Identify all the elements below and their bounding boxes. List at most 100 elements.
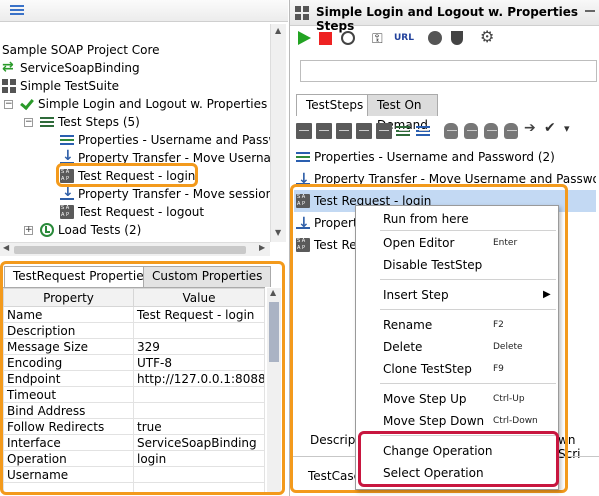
tree-node-label: Load Tests (2) [58,223,142,237]
scroll-up-icon[interactable]: ▲ [275,26,281,35]
menu-item-label: Rename [383,318,433,332]
teststeps-icon [40,115,54,129]
tree-node-project[interactable]: Sample SOAP Project Core [2,41,160,59]
menu-shortcut: Delete [493,342,523,352]
add-dataloop-icon[interactable] [484,123,498,139]
tree-node-label: Simple TestSuite [20,79,120,93]
menu-item-insert-step[interactable]: Insert Step ▶ [356,284,558,306]
scroll-down-icon[interactable]: ▼ [275,228,281,237]
menu-item-clone-teststep[interactable]: Clone TestStep F9 [356,358,558,380]
tree-node-testsuite[interactable]: Simple TestSuite [2,77,119,95]
menu-item-rename[interactable]: Rename F2 [356,314,558,336]
tree-vertical-scrollbar[interactable]: ▲ ▼ [270,24,286,242]
tree-view-icon[interactable] [10,5,24,17]
menu-item-move-step-up[interactable]: Move Step Up Ctrl-Up [356,388,558,410]
tree-node-label: Sample SOAP Project Core [2,43,160,57]
property-transfer-icon [60,183,74,201]
collapse-toggle[interactable]: − [4,100,13,109]
menu-item-open-editor[interactable]: Open Editor Enter [356,232,558,254]
interface-icon [2,58,16,76]
tree-node-loadtests[interactable]: Load Tests (2) [40,221,141,239]
navigator-toolbar [0,0,288,22]
menu-item-move-step-down[interactable]: Move Step Down Ctrl-Down [356,410,558,432]
tab-teststeps[interactable]: TestSteps [296,94,374,116]
gear-icon[interactable] [480,27,496,47]
menu-item-label: Disable TestStep [383,258,483,272]
add-property-transfer-icon[interactable] [416,123,432,139]
menu-separator [380,230,556,231]
credentials-icon[interactable] [372,31,388,47]
menu-item-label: Move Step Up [383,392,467,406]
menu-item-label: Move Step Down [383,414,485,428]
menu-separator [380,309,556,310]
add-datagen-icon[interactable] [504,123,518,139]
submenu-arrow-icon: ▶ [543,289,551,300]
add-assertion-icon[interactable] [544,120,560,139]
tree-node-label: Simple Login and Logout w. Properties St… [38,97,270,111]
menu-item-label: Insert Step [383,288,449,302]
scroll-thumb[interactable] [14,246,246,254]
step-toolbar [296,120,596,143]
options-icon[interactable] [341,31,355,45]
operation-items-highlight [358,431,559,487]
tree-node-step[interactable]: Test Request - logout [60,203,204,221]
add-datasink-icon[interactable] [464,123,478,139]
testcase-window-icon [295,6,309,20]
run-progress-field[interactable] [300,60,597,82]
menu-shortcut: F9 [493,364,504,374]
tree-node-step[interactable]: Property Transfer - Move sessionID [60,183,270,203]
scroll-left-icon[interactable]: ◀ [3,243,9,252]
menu-item-run-from-here[interactable]: Run from here [356,208,558,230]
security-icon[interactable] [451,31,463,45]
tree-node-testcase[interactable]: Simple Login and Logout w. Properties St… [20,95,270,113]
add-rest-request-icon[interactable] [316,123,332,139]
menu-item-label: Delete [383,340,423,354]
add-properties-icon[interactable] [396,123,412,139]
tree-node-label: Property Transfer - Move sessionID [78,187,270,201]
editor-toolbar: URL [290,27,599,51]
menu-item-label: Open Editor [383,236,455,250]
properties-panel-highlight [0,261,285,495]
add-http-request-icon[interactable] [336,123,352,139]
add-datasource-icon[interactable] [444,123,458,139]
menu-item-label: Clone TestStep [383,362,472,376]
coverage-icon[interactable] [428,31,442,45]
add-soap-request-icon[interactable] [296,123,312,139]
list-item[interactable]: Properties - Username and Password (2) [294,146,596,168]
menu-shortcut: Ctrl-Down [493,416,538,426]
tab-test-on-demand[interactable]: Test On Demand [367,94,438,132]
selected-node-highlight [56,163,198,187]
collapse-toggle[interactable]: − [24,118,33,127]
scroll-right-icon[interactable]: ▶ [259,243,265,252]
expand-toggle[interactable]: + [24,226,33,235]
tree-node-teststeps[interactable]: Test Steps (5) [40,113,140,131]
tree-node-step[interactable]: Properties - Username and Password [60,131,270,149]
menu-shortcut: Ctrl-Up [493,394,525,404]
menu-item-label: Run from here [383,212,469,226]
project-tree: Sample SOAP Project Core ServiceSoapBind… [0,24,270,242]
tree-horizontal-scrollbar[interactable]: ◀ ▶ [0,242,270,256]
properties-icon [296,150,310,164]
add-goto-icon[interactable] [524,120,540,139]
soap-request-icon [60,205,74,219]
menu-separator [380,279,556,280]
menu-item-delete[interactable]: Delete Delete [356,336,558,358]
tree-node-label: Test Steps (5) [58,115,140,129]
step-label: Properties - Username and Password (2) [314,150,555,164]
more-steps-icon[interactable] [562,122,578,139]
loadtest-icon [40,223,54,237]
tree-node-label: ServiceSoapBinding [20,61,140,75]
stop-icon[interactable] [319,32,332,45]
menu-item-disable-teststep[interactable]: Disable TestStep [356,254,558,276]
testcase-icon [20,97,34,111]
run-icon[interactable] [298,31,311,45]
editor-title-bar: Simple Login and Logout w. Properties St… [290,0,599,33]
tree-node-label: Test Request - logout [78,205,205,219]
navigator-pane: Sample SOAP Project Core ServiceSoapBind… [0,0,288,496]
endpoint-url-button[interactable]: URL [394,33,414,49]
tree-node-interface[interactable]: ServiceSoapBinding [2,58,140,77]
add-jdbc-request-icon[interactable] [376,123,392,139]
minimize-icon[interactable] [585,10,595,12]
tree-node-label: Properties - Username and Password [78,133,270,147]
add-amf-request-icon[interactable] [356,123,372,139]
